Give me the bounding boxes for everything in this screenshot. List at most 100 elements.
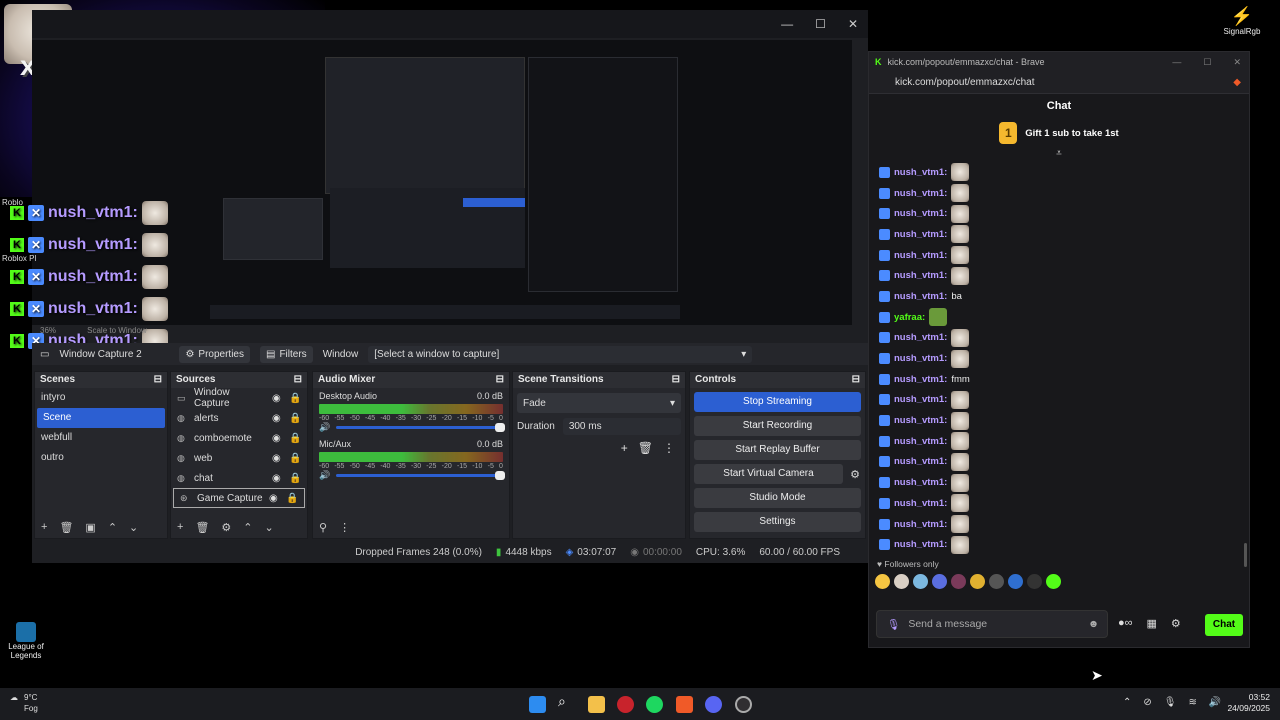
- spotify-icon[interactable]: [646, 696, 663, 713]
- source-item[interactable]: ◍ comboemote ◉ 🔒: [171, 428, 307, 448]
- gift-banner[interactable]: 1 Gift 1 sub to take 1st: [869, 118, 1249, 148]
- points-icon[interactable]: ●∞: [1118, 617, 1133, 630]
- taskbar-clock[interactable]: 03:52 24/09/2025: [1227, 692, 1270, 714]
- eye-icon[interactable]: ◉: [272, 413, 284, 424]
- lock-icon[interactable]: 🔒: [289, 393, 301, 404]
- chat-username[interactable]: nush_vtm1:: [894, 539, 947, 550]
- lock-icon[interactable]: 🔒: [289, 453, 301, 464]
- emote-icon[interactable]: [970, 574, 985, 590]
- start-replay-buffer-button[interactable]: Start Replay Buffer: [694, 440, 861, 460]
- eye-icon[interactable]: ◉: [272, 473, 284, 484]
- lock-icon[interactable]: 🔒: [289, 433, 301, 444]
- start-recording-button[interactable]: Start Recording: [694, 416, 861, 436]
- duration-input[interactable]: 300 ms: [562, 418, 681, 435]
- chat-username[interactable]: nush_vtm1:: [894, 477, 947, 488]
- emote-icon[interactable]: [951, 574, 966, 590]
- dock-menu-icon[interactable]: ⊟: [496, 374, 504, 386]
- chat-scrollbar[interactable]: [1244, 543, 1247, 567]
- weather-widget[interactable]: ☁ 9°C Fog: [10, 692, 38, 714]
- chat-username[interactable]: nush_vtm1:: [894, 353, 947, 364]
- desktop-icon-league[interactable]: League of Legends: [6, 622, 46, 660]
- brave-icon[interactable]: [676, 696, 693, 713]
- up-icon[interactable]: ⌃: [243, 521, 252, 534]
- discord-icon[interactable]: [705, 696, 722, 713]
- add-icon[interactable]: +: [41, 521, 47, 534]
- minimize-icon[interactable]: —: [781, 17, 793, 31]
- maximize-icon[interactable]: ☐: [1203, 57, 1211, 68]
- minimize-icon[interactable]: —: [1172, 57, 1181, 68]
- eye-icon[interactable]: ◉: [269, 493, 281, 504]
- volume-icon[interactable]: 🔊: [1209, 697, 1221, 708]
- source-item[interactable]: ◍ chat ◉ 🔒: [171, 468, 307, 488]
- up-icon[interactable]: ⌃: [108, 521, 117, 534]
- dock-menu-icon[interactable]: ⊟: [852, 374, 860, 386]
- chat-username[interactable]: yafraa:: [894, 312, 925, 323]
- chat-username[interactable]: nush_vtm1:: [894, 436, 947, 447]
- source-item[interactable]: ◍ web ◉ 🔒: [171, 448, 307, 468]
- send-chat-button[interactable]: Chat: [1205, 614, 1243, 636]
- brave-shield-icon[interactable]: ◆: [1233, 77, 1241, 88]
- chat-username[interactable]: nush_vtm1:: [894, 332, 947, 343]
- scene-item[interactable]: outro: [35, 448, 167, 468]
- chat-username[interactable]: nush_vtm1:: [894, 250, 947, 261]
- transition-select[interactable]: Fade ▾: [517, 393, 681, 413]
- chat-username[interactable]: nush_vtm1:: [894, 394, 947, 405]
- chat-username[interactable]: nush_vtm1:: [894, 208, 947, 219]
- source-item[interactable]: ◍ alerts ◉ 🔒: [171, 408, 307, 428]
- more-icon[interactable]: ⋮: [663, 441, 675, 455]
- emoji-icon[interactable]: ☻: [1088, 618, 1099, 630]
- chat-username[interactable]: nush_vtm1:: [894, 270, 947, 281]
- wifi-icon[interactable]: ≋: [1188, 697, 1196, 708]
- close-icon[interactable]: ✕: [1233, 57, 1241, 68]
- mic-icon[interactable]: 🎙: [1164, 697, 1177, 708]
- gift-icon[interactable]: ▦: [1147, 617, 1157, 630]
- window-select[interactable]: [Select a window to capture] ▾: [368, 345, 753, 363]
- eye-icon[interactable]: ◉: [272, 453, 284, 464]
- studio-mode-button[interactable]: Studio Mode: [694, 488, 861, 508]
- trash-icon[interactable]: 🗑: [638, 441, 653, 455]
- properties-button[interactable]: ⚙ Properties: [179, 345, 250, 363]
- start-virtual-camera-button[interactable]: Start Virtual Camera: [694, 464, 843, 484]
- chat-username[interactable]: nush_vtm1:: [894, 188, 947, 199]
- more-icon[interactable]: ⋮: [339, 521, 350, 534]
- eye-icon[interactable]: ◉: [272, 433, 284, 444]
- scene-item-selected[interactable]: Scene: [37, 408, 165, 428]
- emote-icon[interactable]: [913, 574, 928, 590]
- emote-icon[interactable]: [1008, 574, 1023, 590]
- lock-icon[interactable]: 🔒: [289, 413, 301, 424]
- network-icon[interactable]: ⊘: [1143, 697, 1151, 708]
- dock-menu-icon[interactable]: ⊟: [672, 374, 680, 386]
- emote-icon[interactable]: [875, 574, 890, 590]
- eye-icon[interactable]: ◉: [272, 393, 284, 404]
- settings-button[interactable]: Settings: [694, 512, 861, 532]
- trash-icon[interactable]: 🗑: [195, 521, 209, 534]
- add-icon[interactable]: +: [621, 441, 628, 455]
- chat-username[interactable]: nush_vtm1:: [894, 291, 947, 302]
- filters-button[interactable]: ▤ Filters: [260, 345, 313, 363]
- address-bar[interactable]: kick.com/popout/emmazxc/chat ◆: [869, 72, 1249, 94]
- link-icon[interactable]: ⚲: [319, 521, 327, 534]
- speaker-icon[interactable]: 🔊: [319, 470, 330, 481]
- emote-icon[interactable]: [1046, 574, 1061, 590]
- close-icon[interactable]: ✕: [848, 17, 858, 31]
- chat-username[interactable]: nush_vtm1:: [894, 374, 947, 385]
- message-input[interactable]: 🎙 Send a message ☻: [876, 610, 1108, 638]
- source-item[interactable]: ▭ Window Capture ◉ 🔒: [171, 387, 307, 409]
- filter-icon[interactable]: ▣: [85, 521, 95, 534]
- gear-icon[interactable]: ⚙: [845, 468, 865, 481]
- maximize-icon[interactable]: ☐: [815, 17, 826, 31]
- emote-icon[interactable]: [932, 574, 947, 590]
- gear-icon[interactable]: ⚙: [221, 521, 231, 534]
- dock-menu-icon[interactable]: ⊟: [154, 374, 162, 386]
- chat-username[interactable]: nush_vtm1:: [894, 229, 947, 240]
- stop-streaming-button[interactable]: Stop Streaming: [694, 392, 861, 412]
- mic-icon[interactable]: 🎙: [887, 618, 900, 631]
- dock-menu-icon[interactable]: ⊟: [294, 374, 302, 386]
- chat-username[interactable]: nush_vtm1:: [894, 519, 947, 530]
- windows-start-icon[interactable]: [529, 696, 546, 713]
- lock-icon[interactable]: 🔒: [289, 473, 301, 484]
- chat-username[interactable]: nush_vtm1:: [894, 167, 947, 178]
- chevron-up-icon[interactable]: ⌃: [1123, 697, 1131, 708]
- down-icon[interactable]: ⌄: [129, 521, 138, 534]
- file-explorer-icon[interactable]: [588, 696, 605, 713]
